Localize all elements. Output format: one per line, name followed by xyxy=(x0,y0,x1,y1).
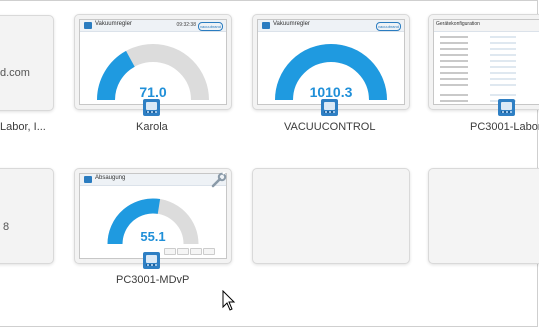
device-card-empty[interactable] xyxy=(428,168,539,264)
controller-icon xyxy=(143,252,160,269)
wrench-icon[interactable] xyxy=(211,172,227,188)
app-icon xyxy=(262,22,270,29)
controller-icon xyxy=(143,99,160,116)
partial-card-text: 8 xyxy=(3,221,10,233)
device-card-karola[interactable]: Vakuumregler 09:32:38 vacuubrand 71.0 xyxy=(74,14,232,110)
gauge-value: 55.1 xyxy=(140,229,166,244)
gauge-value: 71.0 xyxy=(139,84,167,100)
device-card-pc3001-mdvp[interactable]: Absaugung 55.1 xyxy=(74,168,232,264)
screen-header: Vakuumregler vacuubrand xyxy=(258,20,404,32)
screen-title: Absaugung xyxy=(95,175,126,181)
device-screen-karola: Vakuumregler 09:32:38 vacuubrand 71.0 xyxy=(79,19,227,105)
brand-logo: vacuubrand xyxy=(376,22,401,31)
device-card-partial-left[interactable] xyxy=(0,15,54,111)
screen-title: Gerätekonfiguration xyxy=(436,21,480,27)
screen-button xyxy=(190,248,202,255)
controller-icon xyxy=(498,99,515,116)
device-card-vacuucontrol[interactable]: Vakuumregler vacuubrand 1010.3 xyxy=(252,14,410,110)
screen-time: 09:32:38 xyxy=(176,22,196,28)
device-screen-pc3001-mdvp: Absaugung 55.1 xyxy=(79,173,227,259)
brand-logo: vacuubrand xyxy=(198,22,223,31)
device-card-empty[interactable] xyxy=(252,168,410,264)
device-label-karola[interactable]: Karola xyxy=(136,121,168,133)
device-label-vacuucontrol[interactable]: VACUUCONTROL xyxy=(284,121,375,133)
mouse-cursor-icon xyxy=(222,290,236,311)
screen-title: Vakuumregler xyxy=(273,21,310,27)
app-icon xyxy=(84,22,92,29)
device-card-pc3001-labor[interactable]: Gerätekonfiguration xyxy=(428,14,539,110)
controller-icon xyxy=(321,99,338,116)
screen-button xyxy=(164,248,176,255)
app-icon xyxy=(84,176,92,183)
device-screen-vacuucontrol: Vakuumregler vacuubrand 1010.3 xyxy=(257,19,405,105)
device-label-pc3001-labor[interactable]: PC3001-Labor xyxy=(470,121,539,133)
screen-button xyxy=(203,248,215,255)
device-label-partial-left[interactable]: Labor, I... xyxy=(0,121,46,133)
device-card-partial-left-2[interactable] xyxy=(0,168,54,264)
partial-card-text: d.com xyxy=(0,67,30,79)
device-label-pc3001-mdvp[interactable]: PC3001-MDvP xyxy=(116,274,189,286)
screen-header: Vakuumregler 09:32:38 vacuubrand xyxy=(80,20,226,32)
device-screen-pc3001-labor: Gerätekonfiguration xyxy=(433,19,539,105)
screen-title: Vakuumregler xyxy=(95,21,132,27)
screen-button xyxy=(177,248,189,255)
gauge-value: 1010.3 xyxy=(309,84,353,100)
screen-header: Gerätekonfiguration xyxy=(434,20,539,32)
